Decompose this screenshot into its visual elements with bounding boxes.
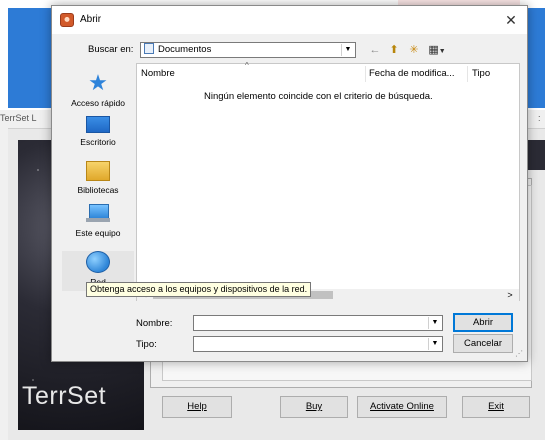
column-header-type[interactable]: Tipo bbox=[472, 66, 490, 82]
dialog-titlebar: Abrir ✕ bbox=[52, 6, 527, 34]
scroll-right-icon[interactable]: > bbox=[503, 289, 517, 301]
network-tooltip: Obtenga acceso a los equipos y dispositi… bbox=[86, 282, 312, 297]
empty-list-message: Ningún elemento coincide con el criterio… bbox=[204, 91, 433, 102]
help-button[interactable]: Help bbox=[162, 396, 232, 418]
star-icon: ★ bbox=[88, 70, 108, 95]
place-libraries[interactable]: Bibliotecas bbox=[62, 161, 134, 195]
chevron-down-icon[interactable]: ▼ bbox=[428, 317, 441, 329]
new-folder-icon[interactable]: ✳ bbox=[406, 42, 422, 58]
place-label: Acceso rápido bbox=[71, 98, 125, 108]
look-in-value: Documentos bbox=[158, 44, 212, 55]
column-header-name[interactable]: Nombre bbox=[141, 66, 175, 82]
dialog-title: Abrir bbox=[80, 14, 102, 25]
network-icon bbox=[86, 251, 110, 273]
close-icon[interactable]: ✕ bbox=[501, 10, 521, 30]
views-dropdown-icon: ▼ bbox=[438, 48, 446, 55]
file-list[interactable]: ^ Nombre Fecha de modifica... Tipo Ningú… bbox=[136, 61, 520, 301]
place-label: Bibliotecas bbox=[77, 185, 119, 195]
back-arrow-icon[interactable]: ← bbox=[368, 42, 382, 58]
cancel-button[interactable]: Cancelar bbox=[453, 334, 513, 353]
blue-banner-left bbox=[8, 8, 52, 108]
desktop-icon bbox=[86, 116, 110, 133]
terrset-window-title: TerrSet L bbox=[0, 113, 37, 123]
look-in-label: Buscar en: bbox=[88, 44, 134, 55]
places-bar: ★ Acceso rápido Escritorio Bibliotecas E… bbox=[62, 68, 134, 291]
column-divider[interactable] bbox=[365, 66, 366, 82]
activate-online-button[interactable]: Activate Online bbox=[357, 396, 447, 418]
buy-button[interactable]: Buy bbox=[280, 396, 348, 418]
resize-grip-icon[interactable]: ⋰ bbox=[515, 349, 525, 359]
place-label: Este equipo bbox=[75, 228, 121, 238]
filename-label: Nombre: bbox=[136, 318, 173, 329]
sort-ascending-icon: ^ bbox=[245, 61, 249, 70]
column-header-date[interactable]: Fecha de modifica... bbox=[369, 66, 455, 82]
open-button[interactable]: Abrir bbox=[453, 313, 513, 332]
filetype-select[interactable]: ▼ bbox=[193, 336, 443, 352]
chevron-down-icon[interactable]: ▼ bbox=[341, 44, 354, 56]
look-in-combo[interactable]: Documentos ▼ bbox=[140, 42, 356, 58]
open-dialog: Abrir ✕ Buscar en: Documentos ▼ ← ⬆ ✳ ▦▼… bbox=[51, 5, 528, 362]
chevron-down-icon[interactable]: ▼ bbox=[428, 338, 441, 350]
title-fragment-right: : bbox=[538, 113, 541, 123]
views-icon: ▦ bbox=[428, 44, 439, 56]
documents-folder-icon bbox=[144, 43, 154, 54]
app-icon bbox=[60, 13, 74, 27]
filename-input[interactable]: ▼ bbox=[193, 315, 443, 331]
place-this-pc[interactable]: Este equipo bbox=[62, 204, 134, 238]
up-folder-icon[interactable]: ⬆ bbox=[386, 42, 402, 58]
filetype-label: Tipo: bbox=[136, 339, 157, 350]
computer-icon bbox=[86, 204, 110, 224]
place-quick-access[interactable]: ★ Acceso rápido bbox=[62, 70, 134, 109]
column-divider[interactable] bbox=[467, 66, 468, 82]
place-label: Escritorio bbox=[80, 137, 116, 147]
libraries-icon bbox=[86, 161, 110, 181]
place-desktop[interactable]: Escritorio bbox=[62, 116, 134, 147]
exit-button[interactable]: Exit bbox=[462, 396, 530, 418]
view-menu-icon[interactable]: ▦▼ bbox=[426, 42, 448, 58]
terrset-logo-text: TerrSet bbox=[22, 382, 107, 410]
